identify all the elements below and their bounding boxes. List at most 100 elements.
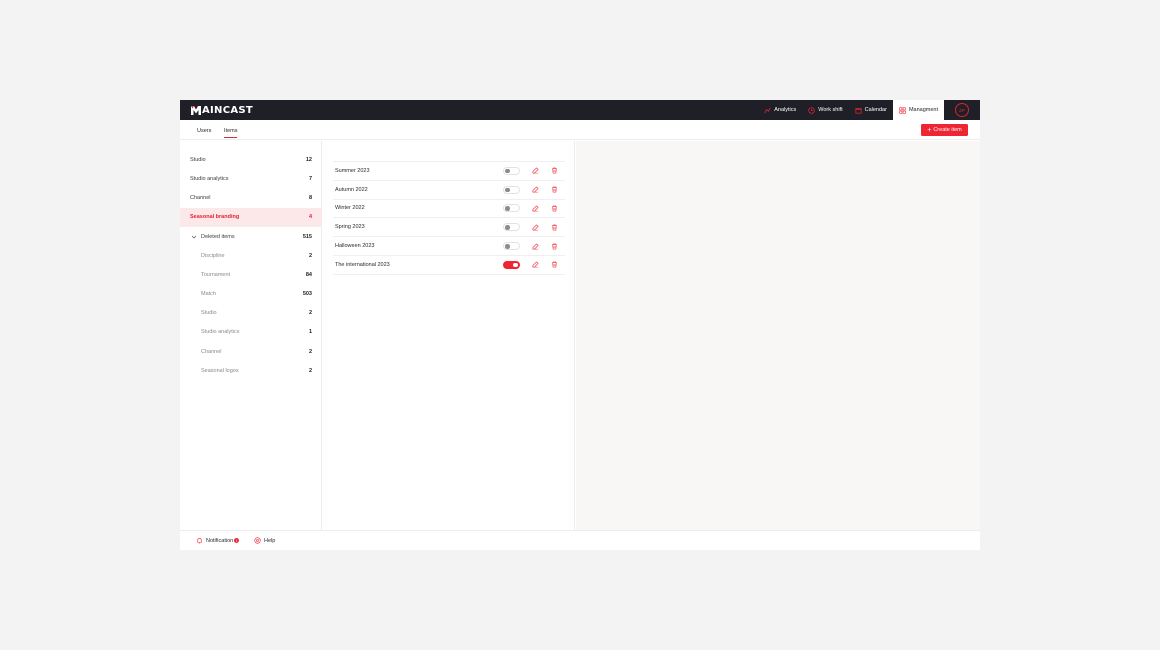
chart-icon (764, 107, 771, 113)
sidebar-subitem-studio[interactable]: Studio 2 (180, 304, 322, 323)
sidebar-group-deleted-items[interactable]: Deleted items 515 (180, 227, 322, 246)
avatar-container: ZP (944, 100, 980, 120)
sidebar-subitem-match[interactable]: Match 503 (180, 285, 322, 304)
sidebar-subitem-count: 84 (305, 271, 312, 278)
tab-users[interactable]: Users (197, 128, 211, 134)
sidebar-item-count: 4 (308, 214, 312, 220)
list-item[interactable]: Summer 2023 (333, 162, 565, 181)
edit-icon[interactable] (532, 243, 539, 250)
toggle-knob (505, 206, 510, 211)
item-name: The international 2023 (335, 261, 390, 268)
sidebar-subitem-label: Channel (201, 348, 222, 355)
sidebar-subitem-label: Tournament (201, 271, 231, 278)
list-item[interactable]: The international 2023 (333, 256, 565, 275)
sidebar-subitem-discipline[interactable]: Discipline 2 (180, 246, 322, 265)
nav-calendar[interactable]: Calendar (849, 100, 893, 120)
avatar[interactable]: ZP (955, 103, 969, 117)
tab-items[interactable]: Items (224, 128, 238, 138)
help-label: Help (264, 537, 276, 544)
item-name: Spring 2023 (335, 224, 365, 231)
sidebar-item-label: Studio analytics (190, 175, 229, 182)
toggle-knob (505, 244, 510, 249)
chevron-down-icon[interactable] (191, 234, 197, 240)
sidebar-item-label: Studio (190, 156, 206, 163)
calendar-icon (855, 107, 862, 113)
help-icon (254, 537, 261, 544)
list-item[interactable]: Spring 2023 (333, 218, 565, 238)
sidebar-item-label: Channel (190, 194, 211, 201)
nav-calendar-label: Calendar (864, 107, 887, 113)
toggle-knob (513, 262, 518, 268)
detail-panel (576, 141, 980, 530)
list-item[interactable]: Winter 2022 (333, 200, 565, 219)
sidebar-item-channel[interactable]: Channel 8 (180, 188, 322, 207)
logo[interactable]: AINCAST (191, 104, 253, 116)
trash-icon[interactable] (551, 224, 558, 231)
trash-icon[interactable] (551, 186, 558, 193)
sidebar-item-seasonal-branding[interactable]: Seasonal branding 4 (180, 207, 322, 227)
edit-icon[interactable] (532, 167, 539, 174)
nav-work-shift[interactable]: Work shift (802, 100, 848, 120)
tab-bar: Users Items (180, 120, 980, 140)
sidebar-subitem-count: 2 (308, 252, 312, 259)
sidebar-subitem-count: 2 (308, 367, 312, 374)
sidebar-subitem-count: 1 (308, 329, 312, 335)
sidebar-item-count: 8 (308, 194, 312, 201)
create-item-button[interactable]: + Create item (921, 124, 968, 136)
item-enabled-toggle[interactable] (503, 204, 520, 213)
logo-text: AINCAST (202, 104, 254, 116)
item-enabled-toggle[interactable] (503, 260, 520, 269)
sidebar-subitem-label: Studio (201, 310, 217, 316)
edit-icon[interactable] (532, 186, 539, 193)
help-button[interactable]: Help (254, 537, 275, 544)
logo-m-icon (191, 105, 201, 115)
nav-analytics[interactable]: Analytics (758, 100, 802, 120)
notification-badge: 1 (234, 538, 240, 543)
sidebar-subitem-label: Seasonal logos (201, 367, 239, 374)
clock-icon (808, 106, 815, 114)
sidebar-subitem-tournament[interactable]: Tournament 84 (180, 265, 322, 284)
item-enabled-toggle[interactable] (503, 223, 520, 232)
sidebar-subitem-label: Match (201, 291, 216, 297)
sidebar-item-label: Seasonal branding (190, 214, 240, 220)
items-list: Summer 2023 Autumn 2022 Winter 2022 Spring … (333, 161, 565, 275)
sidebar-item-studio[interactable]: Studio 12 (180, 150, 322, 169)
sidebar-item-studio-analytics[interactable]: Studio analytics 7 (180, 169, 322, 188)
trash-icon[interactable] (551, 205, 558, 212)
sidebar-subitem-seasonal-logos[interactable]: Seasonal logos 2 (180, 361, 322, 380)
sidebar-subitem-count: 2 (308, 348, 312, 355)
notification-button[interactable]: Notification 1 (196, 537, 240, 544)
edit-icon[interactable] (532, 261, 539, 268)
sidebar-subitem-label: Discipline (201, 252, 225, 259)
trash-icon[interactable] (551, 167, 558, 174)
trash-icon[interactable] (551, 261, 558, 268)
sidebar-item-count: 12 (305, 156, 312, 163)
sidebar-subitem-studio-analytics[interactable]: Studio analytics 1 (180, 323, 322, 342)
nav-managment-label: Managment (908, 107, 938, 113)
toggle-knob (505, 187, 510, 193)
item-enabled-toggle[interactable] (503, 242, 520, 251)
edit-icon[interactable] (532, 205, 539, 212)
item-enabled-toggle[interactable] (503, 166, 520, 175)
grid-icon (899, 106, 906, 114)
item-enabled-toggle[interactable] (503, 185, 520, 194)
nav-work-shift-label: Work shift (818, 107, 843, 113)
nav-analytics-label: Analytics (774, 107, 797, 113)
create-item-label: Create item (933, 127, 962, 133)
item-name: Summer 2023 (335, 167, 370, 174)
list-item[interactable]: Autumn 2022 (333, 181, 565, 200)
sidebar-subitem-channel[interactable]: Channel 2 (180, 342, 322, 361)
sidebar-subitem-count: 2 (308, 310, 312, 316)
nav-managment[interactable]: Managment (892, 100, 944, 120)
trash-icon[interactable] (551, 243, 558, 250)
bell-icon (197, 538, 202, 544)
notification-label: Notification (206, 537, 234, 544)
item-name: Winter 2022 (335, 205, 365, 212)
items-panel: Summer 2023 Autumn 2022 Winter 2022 Spring … (323, 141, 575, 530)
list-item[interactable]: Halloween 2023 (333, 237, 565, 256)
main-nav: Analytics Work shift Calendar Managment … (758, 100, 980, 120)
toggle-knob (505, 168, 510, 174)
item-name: Autumn 2022 (335, 186, 368, 193)
edit-icon[interactable] (532, 224, 539, 231)
toggle-knob (505, 225, 510, 230)
